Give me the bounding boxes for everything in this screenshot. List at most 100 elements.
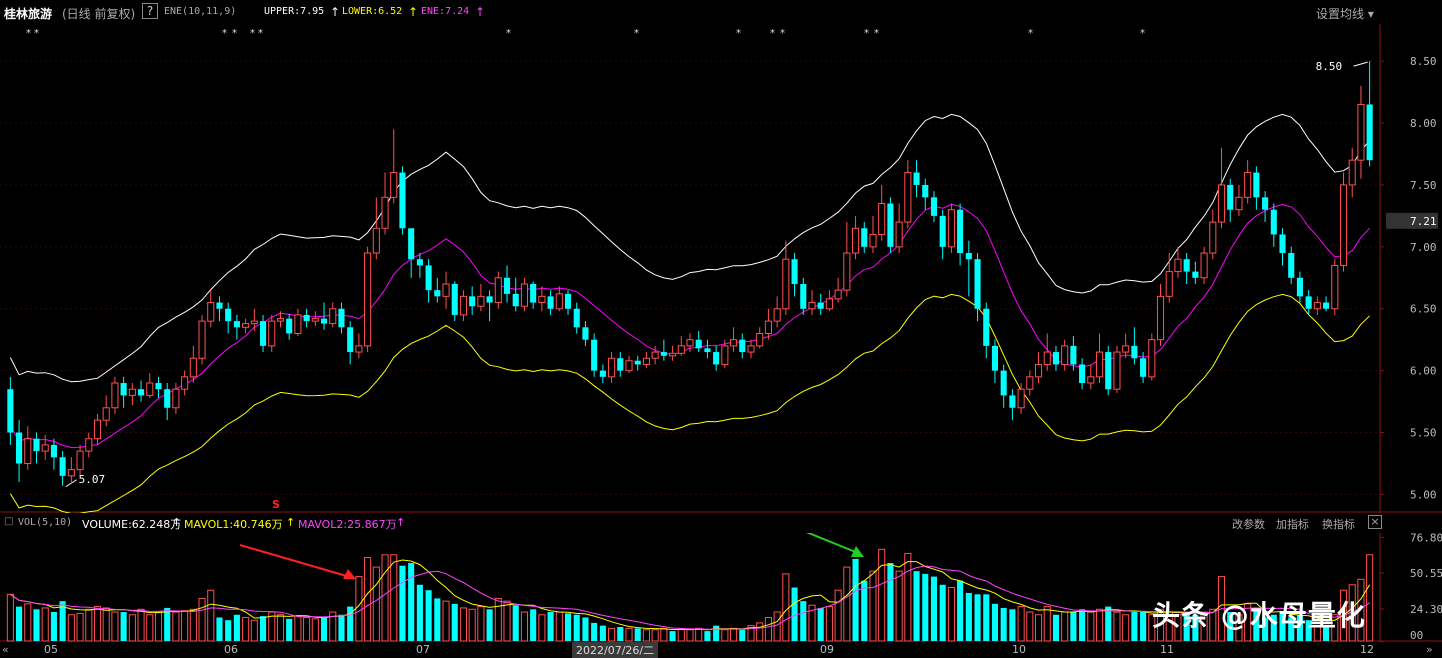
volume-bar-up: [93, 606, 102, 642]
candle-body-up: [1331, 264, 1339, 310]
volume-bar-up: [1034, 614, 1043, 642]
volume-bar-up: [1113, 611, 1121, 642]
volume-bar-up: [477, 606, 485, 642]
candle-body-up: [111, 382, 119, 409]
candle-body-down: [713, 352, 720, 365]
volume-bar-up: [825, 606, 833, 642]
candle-body-down: [582, 327, 589, 340]
signal-star-icon: *: [780, 28, 785, 39]
volume-bar-up: [878, 548, 886, 642]
month-label: 10: [1012, 643, 1026, 656]
candle-body-down: [1105, 352, 1112, 390]
red-arrow-icon: [239, 544, 351, 578]
candle-body-down: [695, 339, 702, 349]
candle-body-up: [85, 438, 93, 452]
volume-bar-up: [381, 554, 389, 642]
candle-body-up: [608, 357, 616, 378]
lower-band-line: [9, 293, 1370, 513]
upper-arrow-icon: ↑: [330, 5, 341, 19]
candle-body-up: [1087, 376, 1095, 384]
month-label: 06: [224, 643, 238, 656]
candle-body-up: [677, 345, 685, 354]
switch-indicator-button[interactable]: 换指标: [1322, 516, 1355, 532]
vol-indicator-name[interactable]: VOL(5,10): [18, 517, 72, 528]
price-tick-label: 5.50: [1410, 427, 1437, 440]
volume-bar-up: [869, 570, 877, 642]
stock-name[interactable]: 桂林旅游: [4, 5, 52, 22]
volume-bar-up: [102, 607, 110, 642]
volume-bar-up: [1122, 614, 1130, 642]
candle-body-up: [355, 345, 363, 353]
candle-body-down: [7, 389, 14, 433]
volume-bar-up: [1061, 611, 1069, 642]
candle-body-down: [1366, 104, 1373, 161]
volume-bar-up: [695, 627, 703, 642]
settings-ma-button[interactable]: 设置均线 ▾: [1316, 5, 1374, 22]
volume-bar-down: [599, 625, 606, 641]
candle-body-down: [416, 259, 423, 266]
volume-bar-up: [276, 614, 285, 642]
help-icon[interactable]: ?: [142, 3, 158, 19]
volume-bar-down: [1070, 612, 1077, 641]
candle-body-down: [1070, 345, 1077, 365]
candle-body-up: [686, 339, 694, 347]
candle-body-up: [207, 302, 215, 322]
candle-body-up: [1165, 271, 1173, 297]
volume-bar-up: [181, 610, 189, 642]
candle-body-down: [164, 389, 171, 408]
candle-body-down: [33, 438, 40, 452]
signal-star-icon: *: [634, 28, 639, 39]
candle-body-down: [1288, 253, 1295, 278]
scroll-right-icon[interactable]: »: [1426, 643, 1433, 656]
price-tick-label: 8.00: [1410, 117, 1437, 130]
price-tick-label: 7.00: [1410, 241, 1437, 254]
candle-body-up: [364, 252, 372, 347]
volume-bar-up: [756, 622, 764, 642]
add-indicator-button[interactable]: 加指标: [1276, 516, 1309, 532]
price-tick-label: 7.50: [1410, 179, 1437, 192]
signal-star-icon: *: [506, 28, 511, 39]
month-label: 11: [1160, 643, 1174, 656]
volume-bar-down: [939, 584, 946, 641]
volume-bar-up: [1095, 608, 1104, 642]
vol-tick-label: 76.80: [1410, 533, 1442, 544]
volume-bar-down: [564, 613, 572, 641]
vol-close-icon[interactable]: □: [4, 516, 13, 527]
candle-body-down: [155, 383, 162, 390]
scroll-left-icon[interactable]: «: [2, 643, 9, 656]
volume-bar-down: [16, 606, 23, 641]
volume-bar-down: [669, 631, 676, 641]
candle-body-up: [756, 332, 764, 347]
candle-body-down: [817, 302, 824, 309]
candle-body-up: [651, 351, 659, 359]
indicator-name[interactable]: ENE(10,11,9): [164, 6, 236, 17]
candle-body-down: [1227, 184, 1234, 210]
month-label: 09: [820, 643, 834, 656]
candle-body-down: [957, 209, 964, 254]
candle-body-up: [381, 196, 389, 229]
candle-body-up: [128, 388, 136, 396]
signal-star-icon: *: [222, 28, 227, 39]
candle-body-up: [1026, 376, 1034, 390]
close-icon[interactable]: ×: [1368, 515, 1382, 529]
candle-body-down: [739, 339, 746, 353]
candle-body-down: [634, 360, 641, 365]
volume-bar-down: [957, 580, 964, 641]
change-params-button[interactable]: 改参数: [1232, 516, 1265, 532]
price-chart[interactable]: 8.50 8.00 7.50 7.00 6.50 6.00 5.50 5.00 7.21 8.50…: [0, 24, 1442, 513]
candle-body-up: [1200, 252, 1208, 279]
candle-body-down: [599, 370, 606, 377]
candle-body-down: [1296, 277, 1303, 297]
candle-body-up: [390, 172, 398, 198]
candle-body-up: [250, 320, 258, 325]
candle-body-down: [1192, 271, 1199, 278]
candle-body-up: [372, 227, 380, 254]
volume-bar-down: [425, 590, 432, 641]
signal-star-icon: *: [1028, 28, 1033, 39]
period-label[interactable]: (日线 前复权): [62, 5, 135, 22]
volume-bar-down: [591, 622, 598, 641]
mavol2-value: MAVOL2:25.867万: [298, 518, 397, 531]
candle-body-up: [520, 283, 528, 307]
volume-bar-up: [947, 587, 955, 642]
ene-value: ENE:7.24: [421, 6, 470, 17]
